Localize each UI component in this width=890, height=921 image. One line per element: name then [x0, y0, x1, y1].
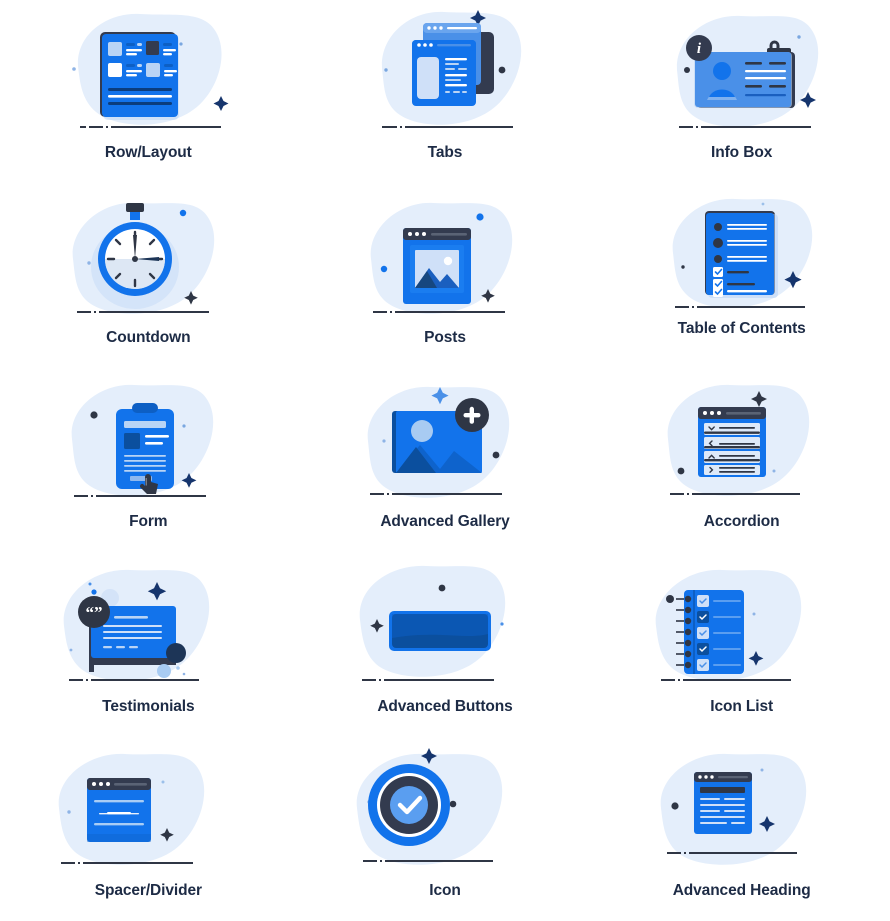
widget-label: Info Box — [711, 144, 773, 161]
widget-card-form[interactable]: Form — [0, 369, 297, 554]
advanced-gallery-icon — [344, 373, 534, 511]
widget-card-tabs[interactable]: Tabs — [297, 0, 594, 185]
widget-card-icon-list[interactable]: Icon List — [593, 554, 890, 739]
form-clipboard-icon — [48, 373, 238, 511]
widget-card-spacer-divider[interactable]: Spacer/Divider — [0, 738, 297, 921]
spacer-divider-icon — [37, 742, 227, 880]
widget-label: Posts — [424, 328, 466, 346]
widget-card-row-layout[interactable]: Row/Layout — [0, 0, 297, 185]
advanced-buttons-icon — [334, 558, 524, 696]
widget-label: Icon List — [710, 697, 774, 715]
testimonials-quote-bubble-icon: “” — [38, 558, 228, 696]
table-of-contents-icon — [645, 189, 835, 327]
widget-card-info-box[interactable]: i Info Box — [593, 0, 890, 185]
widget-card-advanced-heading[interactable]: Advanced Heading — [593, 738, 890, 921]
widget-label: Spacer/Divider — [94, 882, 202, 899]
widget-card-icon[interactable]: Icon — [297, 738, 594, 921]
widget-card-countdown[interactable]: Countdown — [0, 185, 297, 370]
widget-label: Tabs — [427, 144, 463, 161]
widget-label: Row/Layout — [104, 144, 192, 161]
widget-label: Testimonials — [102, 697, 195, 715]
countdown-stopwatch-icon — [51, 189, 241, 327]
widget-gallery-grid: Row/Layout Tabs i Info Box Countdown Pos… — [0, 0, 890, 921]
widget-card-table-of-contents[interactable]: Table of Contents — [593, 185, 890, 370]
advanced-heading-icon — [633, 742, 823, 880]
posts-window-image-icon — [347, 189, 537, 327]
icon-check-circle-icon — [333, 742, 523, 880]
widget-label: Icon — [429, 882, 461, 899]
widget-card-posts[interactable]: Posts — [297, 185, 594, 370]
info-box-icon: i — [649, 4, 839, 142]
widget-label: Advanced Gallery — [380, 513, 510, 530]
widget-card-advanced-gallery[interactable]: Advanced Gallery — [297, 369, 594, 554]
widget-label: Form — [129, 513, 168, 530]
icon-list-notebook-icon — [632, 558, 822, 696]
widget-label: Advanced Buttons — [377, 697, 513, 715]
widget-label: Countdown — [106, 328, 191, 346]
widget-card-advanced-buttons[interactable]: Advanced Buttons — [297, 554, 594, 739]
svg-text:“”: “” — [86, 603, 103, 622]
widget-card-testimonials[interactable]: “” Testimonials — [0, 554, 297, 739]
accordion-icon — [642, 373, 832, 511]
widget-card-accordion[interactable]: Accordion — [593, 369, 890, 554]
widget-label: Accordion — [703, 513, 780, 530]
widget-label: Advanced Heading — [672, 882, 811, 899]
row-layout-icon — [56, 4, 246, 142]
tabs-icon — [352, 4, 542, 142]
